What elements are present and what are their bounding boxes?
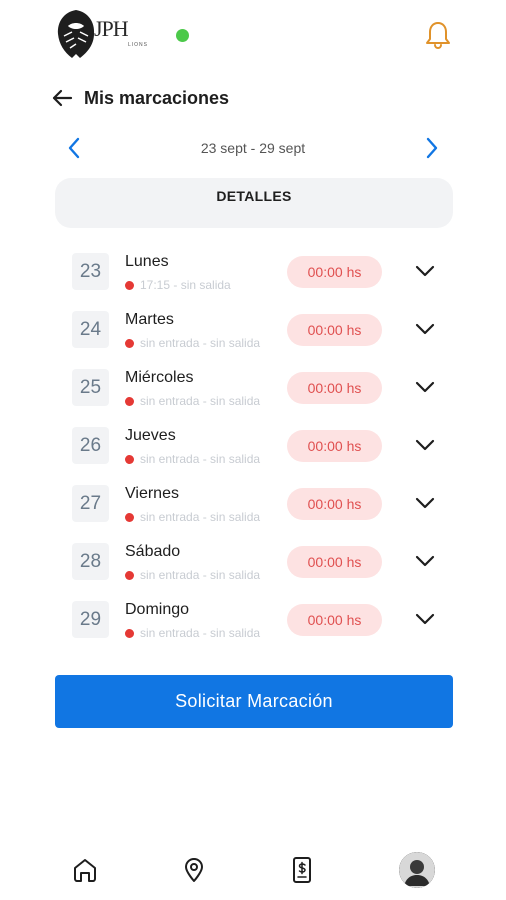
nav-location[interactable] (176, 852, 212, 888)
chevron-down-icon (415, 555, 435, 567)
notifications-button[interactable] (424, 20, 452, 50)
nav-home[interactable] (67, 852, 103, 888)
day-row[interactable]: 27 Viernes sin entrada - sin salida 00:0… (72, 480, 446, 526)
brand-logo: JPH LIONS (54, 8, 154, 64)
day-row[interactable]: 28 Sábado sin entrada - sin salida 00:00… (72, 538, 446, 584)
expand-day-button[interactable] (412, 548, 438, 574)
nav-documents[interactable] (284, 852, 320, 888)
chevron-down-icon (415, 613, 435, 625)
hours-badge: 00:00 hs (287, 604, 382, 636)
chevron-right-icon (426, 137, 438, 159)
page-header: Mis marcaciones (50, 84, 229, 112)
status-dot (125, 454, 134, 464)
tab-details[interactable]: DETALLES (55, 178, 453, 228)
day-number: 28 (72, 543, 109, 580)
map-pin-icon (185, 858, 203, 882)
status-dot (125, 570, 134, 580)
hours-badge: 00:00 hs (287, 372, 382, 404)
day-number: 26 (72, 427, 109, 464)
home-icon (74, 859, 96, 882)
status-dot (125, 512, 134, 522)
request-marking-button[interactable]: Solicitar Marcación (55, 675, 453, 728)
day-name: Viernes (125, 485, 179, 502)
day-status: sin entrada - sin salida (125, 452, 260, 466)
day-status: sin entrada - sin salida (125, 510, 260, 524)
day-status: 17:15 - sin salida (125, 278, 231, 292)
day-status: sin entrada - sin salida (125, 568, 260, 582)
status-text: sin entrada - sin salida (140, 626, 261, 640)
status-text: 17:15 - sin salida (140, 278, 231, 292)
chevron-down-icon (415, 265, 435, 277)
status-text: sin entrada - sin salida (140, 394, 261, 408)
status-dot (125, 628, 134, 638)
day-row[interactable]: 29 Domingo sin entrada - sin salida 00:0… (72, 596, 446, 642)
day-name: Domingo (125, 601, 190, 618)
nav-profile[interactable] (399, 852, 435, 888)
status-text: sin entrada - sin salida (140, 510, 261, 524)
day-number: 29 (72, 601, 109, 638)
bell-icon (426, 22, 450, 50)
day-row[interactable]: 26 Jueves sin entrada - sin salida 00:00… (72, 422, 446, 468)
avatar (399, 852, 435, 888)
week-navigator: 23 sept - 29 sept (60, 134, 446, 162)
page-title: Mis marcaciones (84, 87, 230, 108)
logo-text: JPH (94, 16, 129, 41)
expand-day-button[interactable] (412, 316, 438, 342)
day-name: Jueves (125, 427, 176, 444)
day-number: 25 (72, 369, 109, 406)
day-status: sin entrada - sin salida (125, 336, 260, 350)
hours-badge: 00:00 hs (287, 430, 382, 462)
status-dot (125, 338, 134, 348)
chevron-down-icon (415, 323, 435, 335)
expand-day-button[interactable] (412, 490, 438, 516)
chevron-down-icon (415, 381, 435, 393)
week-range-label: 23 sept - 29 sept (200, 140, 306, 156)
top-bar: JPH LIONS (0, 0, 506, 72)
status-dot (125, 280, 134, 290)
day-name: Miércoles (125, 369, 194, 386)
status-text: sin entrada - sin salida (140, 336, 261, 350)
bottom-nav (0, 848, 506, 892)
next-week-button[interactable] (418, 134, 446, 162)
day-status: sin entrada - sin salida (125, 394, 260, 408)
status-dot (125, 396, 134, 406)
day-row[interactable]: 23 Lunes 17:15 - sin salida 00:00 hs (72, 248, 446, 294)
day-number: 24 (72, 311, 109, 348)
document-dollar-icon (293, 857, 311, 883)
hours-badge: 00:00 hs (287, 314, 382, 346)
arrow-left-icon (52, 89, 73, 107)
lion-logo-icon (57, 10, 95, 58)
status-text: sin entrada - sin salida (140, 568, 261, 582)
user-avatar-icon (399, 852, 435, 888)
day-name: Martes (125, 311, 174, 328)
day-row[interactable]: 24 Martes sin entrada - sin salida 00:00… (72, 306, 446, 352)
day-number: 27 (72, 485, 109, 522)
day-name: Sábado (125, 543, 181, 560)
tab-details-label: DETALLES (216, 188, 292, 204)
hours-badge: 00:00 hs (287, 546, 382, 578)
hours-badge: 00:00 hs (287, 488, 382, 520)
day-row[interactable]: 25 Miércoles sin entrada - sin salida 00… (72, 364, 446, 410)
expand-day-button[interactable] (412, 258, 438, 284)
expand-day-button[interactable] (412, 606, 438, 632)
expand-day-button[interactable] (412, 374, 438, 400)
online-status-indicator (176, 29, 189, 42)
back-button[interactable] (50, 86, 74, 110)
chevron-down-icon (415, 497, 435, 509)
expand-day-button[interactable] (412, 432, 438, 458)
status-text: sin entrada - sin salida (140, 452, 261, 466)
day-number: 23 (72, 253, 109, 290)
chevron-down-icon (415, 439, 435, 451)
day-name: Lunes (125, 253, 169, 270)
logo-subtext: LIONS (128, 42, 149, 48)
day-status: sin entrada - sin salida (125, 626, 260, 640)
hours-badge: 00:00 hs (287, 256, 382, 288)
